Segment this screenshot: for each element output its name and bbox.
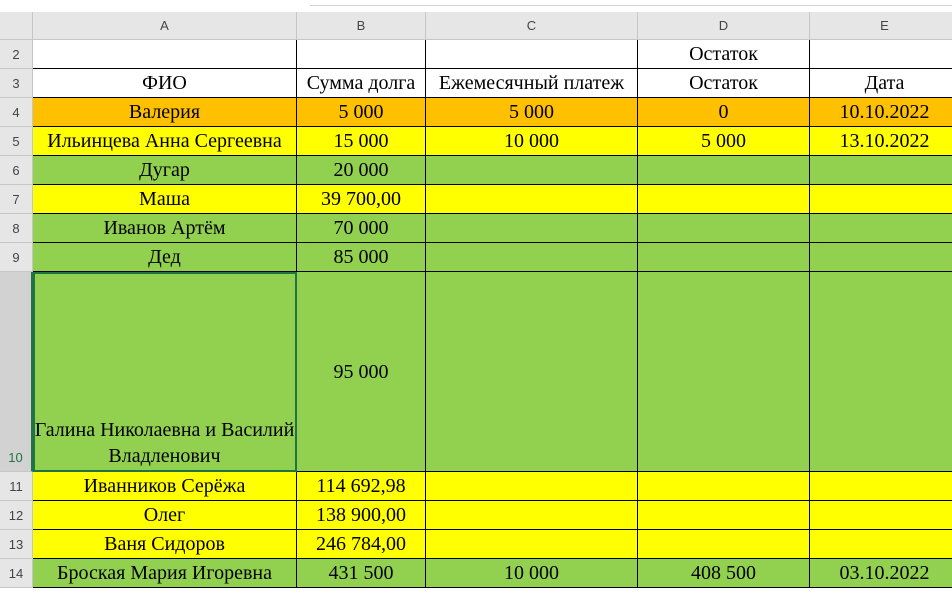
cell-C14[interactable]: 10 000	[426, 559, 638, 588]
cell-A4[interactable]: Валерия	[33, 98, 297, 127]
cell-D9[interactable]	[638, 243, 810, 272]
cell-A5[interactable]: Ильинцева Анна Сергеевна	[33, 127, 297, 156]
row-header-3[interactable]: 3	[0, 69, 33, 98]
row-header-14[interactable]: 14	[0, 559, 33, 588]
cell-E7[interactable]	[810, 185, 952, 214]
cell-C8[interactable]	[426, 214, 638, 243]
cell-C4[interactable]: 5 000	[426, 98, 638, 127]
row-header-5[interactable]: 5	[0, 127, 33, 156]
cell-B7[interactable]: 39 700,00	[297, 185, 426, 214]
row-header-12[interactable]: 12	[0, 501, 33, 530]
cell-D10[interactable]	[638, 272, 810, 472]
cell-E3[interactable]: Дата	[810, 69, 952, 98]
cell-B4[interactable]: 5 000	[297, 98, 426, 127]
column-header-C[interactable]: C	[426, 12, 638, 40]
cell-A13[interactable]: Ваня Сидоров	[33, 530, 297, 559]
cell-E4[interactable]: 10.10.2022	[810, 98, 952, 127]
cell-D11[interactable]	[638, 472, 810, 501]
cell-D4[interactable]: 0	[638, 98, 810, 127]
cell-D6[interactable]	[638, 156, 810, 185]
cell-A7[interactable]: Маша	[33, 185, 297, 214]
cell-B12[interactable]: 138 900,00	[297, 501, 426, 530]
cell-C11[interactable]	[426, 472, 638, 501]
cell-B8[interactable]: 70 000	[297, 214, 426, 243]
cell-C2[interactable]	[426, 40, 638, 69]
cell-A10[interactable]: Галина Николаевна и Василий Владленович	[33, 272, 297, 472]
cell-E9[interactable]	[810, 243, 952, 272]
cell-C6[interactable]	[426, 156, 638, 185]
cell-E13[interactable]	[810, 530, 952, 559]
cell-B5[interactable]: 15 000	[297, 127, 426, 156]
cell-D7[interactable]	[638, 185, 810, 214]
column-header-B[interactable]: B	[297, 12, 426, 40]
cell-D13[interactable]	[638, 530, 810, 559]
cell-E12[interactable]	[810, 501, 952, 530]
cell-A11[interactable]: Иванников Серёжа	[33, 472, 297, 501]
cell-D8[interactable]	[638, 214, 810, 243]
select-all-corner[interactable]	[0, 12, 33, 40]
row-header-4[interactable]: 4	[0, 98, 33, 127]
cell-E14[interactable]: 03.10.2022	[810, 559, 952, 588]
cell-B6[interactable]: 20 000	[297, 156, 426, 185]
cell-B11[interactable]: 114 692,98	[297, 472, 426, 501]
cell-C10[interactable]	[426, 272, 638, 472]
row-header-7[interactable]: 7	[0, 185, 33, 214]
cell-A12[interactable]: Олег	[33, 501, 297, 530]
formula-bar-edge	[310, 5, 952, 6]
cell-D3[interactable]: Остаток	[638, 69, 810, 98]
cell-D2[interactable]: Остаток	[638, 40, 810, 69]
cell-A14[interactable]: Броская Мария Игоревна	[33, 559, 297, 588]
cell-A9[interactable]: Дед	[33, 243, 297, 272]
column-header-E[interactable]: E	[810, 12, 952, 40]
cell-B14[interactable]: 431 500	[297, 559, 426, 588]
cell-E11[interactable]	[810, 472, 952, 501]
cell-A8[interactable]: Иванов Артём	[33, 214, 297, 243]
row-header-10[interactable]: 10	[0, 272, 33, 472]
cell-C12[interactable]	[426, 501, 638, 530]
cell-B9[interactable]: 85 000	[297, 243, 426, 272]
cell-C3[interactable]: Ежемесячный платеж	[426, 69, 638, 98]
cell-E2[interactable]	[810, 40, 952, 69]
cell-B3[interactable]: Сумма долга	[297, 69, 426, 98]
cell-A6[interactable]: Дугар	[33, 156, 297, 185]
column-header-D[interactable]: D	[638, 12, 810, 40]
cell-D14[interactable]: 408 500	[638, 559, 810, 588]
cell-E8[interactable]	[810, 214, 952, 243]
cell-E5[interactable]: 13.10.2022	[810, 127, 952, 156]
cell-C9[interactable]	[426, 243, 638, 272]
ribbon-edge	[0, 0, 952, 12]
cell-B10[interactable]: 95 000	[297, 272, 426, 472]
cell-A2[interactable]	[33, 40, 297, 69]
row-header-8[interactable]: 8	[0, 214, 33, 243]
row-header-9[interactable]: 9	[0, 243, 33, 272]
column-header-A[interactable]: A	[33, 12, 297, 40]
cell-C13[interactable]	[426, 530, 638, 559]
row-header-6[interactable]: 6	[0, 156, 33, 185]
cell-A3[interactable]: ФИО	[33, 69, 297, 98]
cell-E10[interactable]	[810, 272, 952, 472]
cell-B13[interactable]: 246 784,00	[297, 530, 426, 559]
cell-C7[interactable]	[426, 185, 638, 214]
cell-C5[interactable]: 10 000	[426, 127, 638, 156]
row-header-11[interactable]: 11	[0, 472, 33, 501]
cell-E6[interactable]	[810, 156, 952, 185]
cell-D12[interactable]	[638, 501, 810, 530]
cell-B2[interactable]	[297, 40, 426, 69]
row-header-2[interactable]: 2	[0, 40, 33, 69]
row-header-13[interactable]: 13	[0, 530, 33, 559]
cell-D5[interactable]: 5 000	[638, 127, 810, 156]
